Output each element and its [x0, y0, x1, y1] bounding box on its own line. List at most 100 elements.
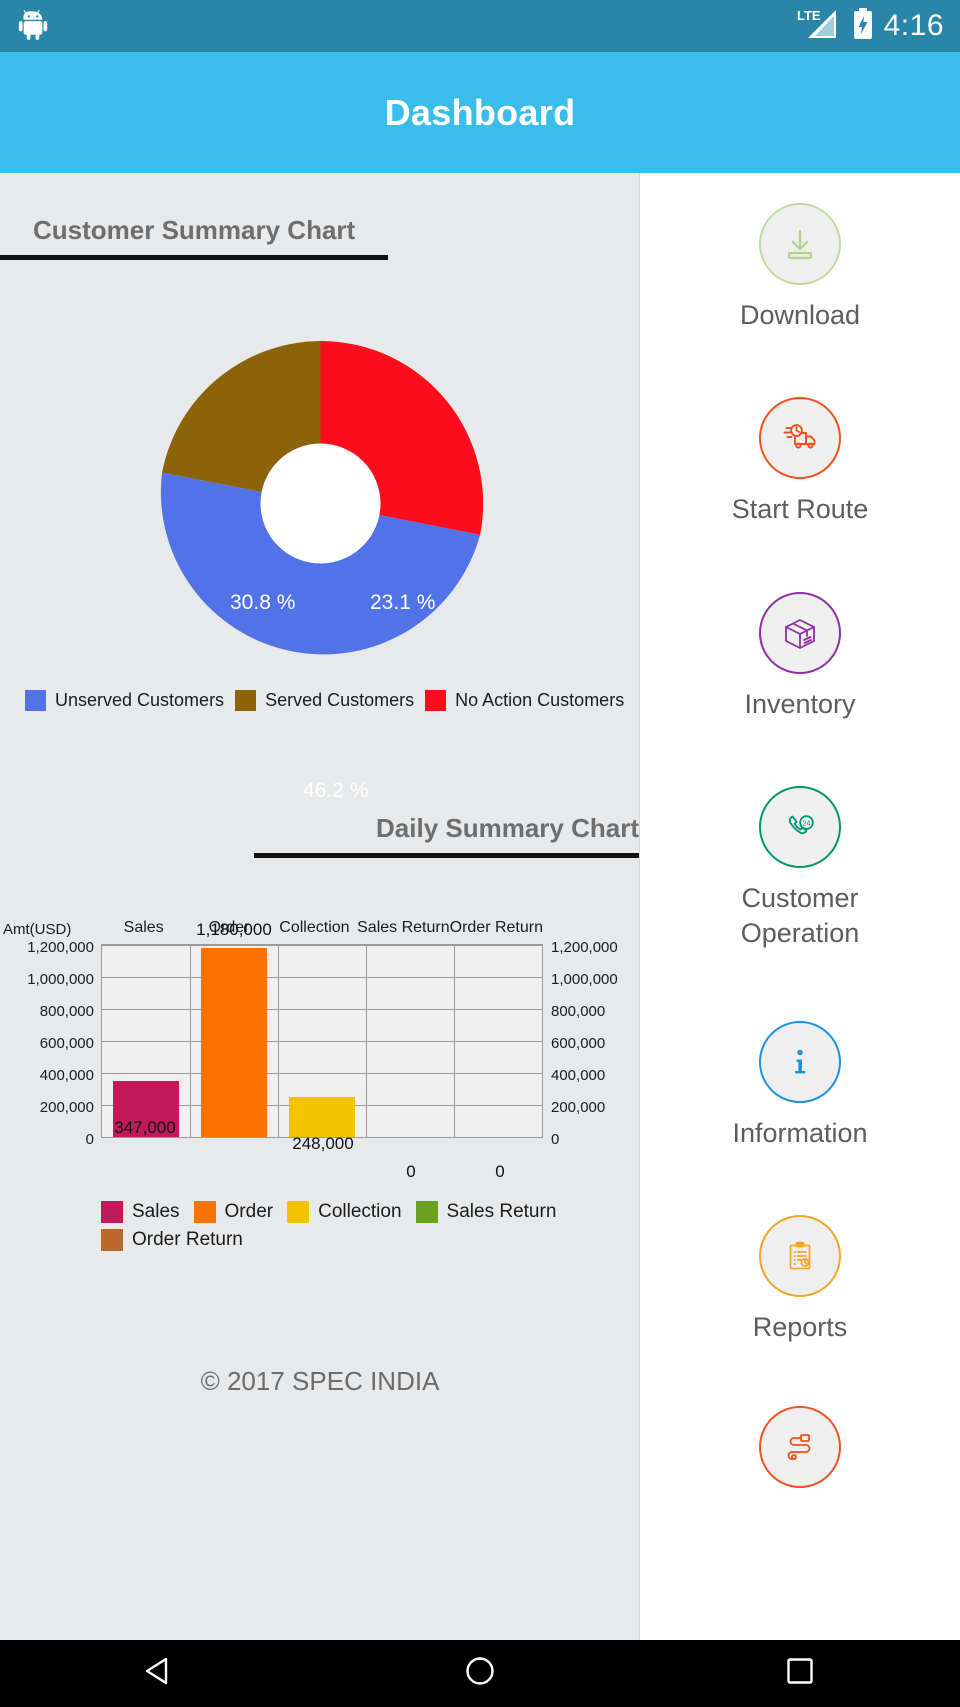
gridline-600000: [102, 1041, 542, 1042]
legend-swatch-sales-return: [415, 1201, 438, 1223]
daily-summary-heading: Daily Summary Chart: [254, 813, 639, 858]
legend-item-unserved-customers[interactable]: Unserved Customers: [25, 690, 224, 711]
ytick-right-1200000: 1,200,000: [551, 939, 618, 956]
charts-pane: Customer Summary Chart 23.1 % 30.8 % 46.…: [0, 173, 640, 1640]
sidebar-label-download: Download: [739, 300, 861, 330]
donut-hole: [260, 443, 381, 564]
sidebar-item-inventory[interactable]: Inventory: [640, 592, 960, 722]
page-title: Dashboard: [384, 91, 576, 133]
bar-order[interactable]: [201, 948, 267, 1137]
ytick-left-800000: 800,000: [39, 1003, 94, 1020]
bar-collection[interactable]: [289, 1097, 355, 1137]
lte-signal-icon: LTE: [796, 7, 842, 46]
sidebar-item-route-map[interactable]: [640, 1406, 960, 1501]
phone-24h-support-icon: 24: [788, 815, 814, 835]
legend-swatch-order: [193, 1201, 216, 1223]
legend-label-no-action: No Action Customers: [455, 690, 625, 710]
clipboard-report-icon: [789, 1241, 811, 1270]
legend-item-order-return[interactable]: Order Return: [101, 1229, 243, 1251]
copyright-text: © 2017 SPEC INDIA: [200, 1366, 440, 1396]
y-axis-label: Amt(USD): [3, 921, 72, 938]
legend-label-served: Served Customers: [265, 690, 415, 710]
info-icon: [795, 1049, 806, 1074]
gridline-800000: [102, 1009, 542, 1010]
recents-button[interactable]: [780, 1651, 820, 1696]
legend-swatch-collection: [287, 1201, 310, 1223]
legend-item-served-customers[interactable]: Served Customers: [235, 690, 414, 711]
ytick-right-0: 0: [551, 1131, 560, 1148]
ytick-left-1000000: 1,000,000: [27, 971, 94, 988]
ytick-right-400000: 400,000: [551, 1067, 606, 1084]
legend-swatch-unserved: [25, 690, 46, 711]
ytick-left-1200000: 1,200,000: [27, 939, 94, 956]
bar-value-order: 1,180,000: [196, 920, 272, 939]
android-navigation-bar: [0, 1640, 960, 1707]
sidebar-item-download[interactable]: Download: [640, 203, 960, 333]
dashboard-screen: LTE 4:16 Dashboard Customer Summary Char…: [0, 0, 960, 1707]
ytick-left-200000: 200,000: [39, 1099, 94, 1116]
battery-charging-icon: [852, 7, 874, 46]
back-button[interactable]: [140, 1651, 180, 1696]
donut-legend: Unserved Customers Served Customers No A…: [25, 690, 624, 711]
category-label-sales-return: Sales Return: [357, 919, 450, 936]
legend-swatch-order-return: [101, 1229, 123, 1251]
legend-label-order-return: Order Return: [132, 1229, 243, 1250]
sidebar-item-start-route[interactable]: Start Route: [640, 397, 960, 527]
sidebar-item-reports[interactable]: Reports: [640, 1215, 960, 1345]
column-divider-1: [190, 945, 191, 1137]
customer-operation-icon-circle: 24: [759, 786, 841, 868]
sidebar-label-start-route: Start Route: [731, 494, 869, 524]
customer-summary-donut-chart: 23.1 % 30.8 % 46.2 %: [0, 341, 639, 802]
ytick-right-600000: 600,000: [551, 1035, 606, 1052]
ytick-left-600000: 600,000: [39, 1035, 94, 1052]
sidebar-label-information: Information: [732, 1118, 868, 1148]
inventory-icon-circle: [759, 592, 841, 674]
donut-svg: [160, 341, 483, 655]
legend-label-order: Order: [224, 1201, 274, 1222]
category-label-sales: Sales: [123, 919, 164, 936]
content-area: Customer Summary Chart 23.1 % 30.8 % 46.…: [0, 173, 960, 1640]
information-icon-circle: [759, 1021, 841, 1103]
bar-value-order-return: 0: [495, 1162, 505, 1181]
download-icon-circle: [759, 203, 841, 285]
title-underline-2: [254, 853, 639, 858]
gridline-1000000: [102, 977, 542, 978]
app-bar: Dashboard: [0, 52, 960, 173]
sidebar-label-reports: Reports: [752, 1312, 848, 1342]
plot-area: [101, 944, 543, 1138]
legend-swatch-sales: [101, 1201, 123, 1223]
triangle-back-icon: [145, 1657, 168, 1685]
legend-item-order[interactable]: Order: [193, 1201, 274, 1223]
legend-label-unserved: Unserved Customers: [55, 690, 225, 710]
quick-actions-sidebar: Download Start Route Inventory 24 Custom…: [640, 173, 960, 1640]
home-button[interactable]: [460, 1651, 500, 1696]
legend-item-no-action-customers[interactable]: No Action Customers: [425, 690, 624, 711]
bar-value-sales: 347,000: [114, 1118, 176, 1137]
customer-summary-title: Customer Summary Chart: [33, 215, 356, 245]
download-icon: [787, 229, 813, 260]
legend-item-collection[interactable]: Collection: [287, 1201, 402, 1223]
gridline-400000: [102, 1073, 542, 1074]
legend-item-sales-return[interactable]: Sales Return: [415, 1201, 556, 1223]
slice-label-no-action: 23.1 %: [370, 591, 436, 614]
bar-value-collection: 248,000: [292, 1134, 354, 1153]
legend-label-sales: Sales: [132, 1201, 180, 1222]
legend-item-sales[interactable]: Sales: [101, 1201, 180, 1223]
daily-summary-bar-chart: Amt(USD) Sales Order Collection Sales Re…: [0, 913, 639, 1273]
svg-text:24: 24: [803, 820, 811, 827]
daily-summary-title: Daily Summary Chart: [376, 813, 639, 843]
column-divider-3: [366, 945, 367, 1137]
sidebar-item-information[interactable]: Information: [640, 1021, 960, 1151]
slice-label-unserved: 46.2 %: [303, 779, 369, 802]
category-header-row: Sales Order Collection Sales Return Orde…: [101, 919, 543, 941]
reports-icon-circle: [759, 1215, 841, 1297]
ytick-right-200000: 200,000: [551, 1099, 606, 1116]
ytick-left-0: 0: [85, 1131, 94, 1148]
square-recents-icon: [787, 1658, 813, 1684]
column-divider-2: [278, 945, 279, 1137]
sidebar-item-customer-operation[interactable]: 24 Customer Operation: [640, 786, 960, 950]
column-divider-4: [454, 945, 455, 1137]
slice-label-served: 30.8 %: [230, 591, 296, 614]
status-bar: LTE 4:16: [0, 0, 960, 52]
ytick-right-1000000: 1,000,000: [551, 971, 618, 988]
